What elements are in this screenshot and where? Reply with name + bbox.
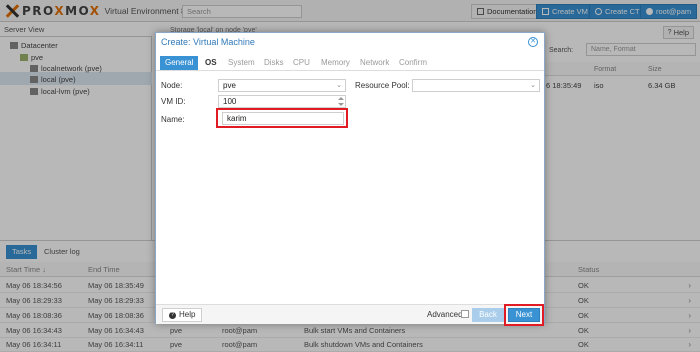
tab-cpu[interactable]: CPU (288, 56, 315, 70)
chevron-down-icon: ⌄ (336, 82, 342, 89)
node-label: Node: (161, 81, 183, 90)
dialog-header: Create: Virtual Machine ✕ (156, 33, 544, 52)
tab-system[interactable]: System (223, 56, 260, 70)
spinner-icon[interactable] (337, 97, 344, 106)
next-button-highlight (504, 304, 544, 326)
tab-os[interactable]: OS (200, 56, 222, 70)
create-vm-dialog: Create: Virtual Machine ✕ General OS Sys… (155, 32, 545, 326)
node-select[interactable]: pve ⌄ (218, 79, 346, 92)
tab-network[interactable]: Network (355, 56, 394, 70)
dialog-title: Create: Virtual Machine (161, 37, 255, 47)
question-icon: ? (169, 311, 176, 319)
advanced-label: Advanced (427, 310, 463, 319)
tab-disks[interactable]: Disks (259, 56, 289, 70)
close-icon[interactable]: ✕ (528, 37, 538, 47)
resource-pool-select[interactable]: ⌄ (412, 79, 540, 92)
dialog-help-button[interactable]: ? Help (162, 308, 203, 322)
name-label: Name: (161, 115, 185, 124)
dialog-footer: ? Help Advanced Back Next (156, 304, 544, 326)
tab-memory[interactable]: Memory (316, 56, 355, 70)
name-field-highlight (216, 108, 348, 128)
tab-confirm[interactable]: Confirm (394, 56, 432, 70)
wizard-tabs: General OS System Disks CPU Memory Netwo… (156, 53, 544, 71)
tab-general[interactable]: General (160, 56, 199, 70)
advanced-checkbox[interactable] (461, 310, 469, 318)
vmid-stepper[interactable]: 100 (218, 95, 346, 108)
back-button[interactable]: Back (472, 308, 504, 322)
vmid-label: VM ID: (161, 97, 186, 106)
chevron-down-icon: ⌄ (530, 82, 536, 89)
resource-pool-label: Resource Pool: (355, 81, 410, 90)
